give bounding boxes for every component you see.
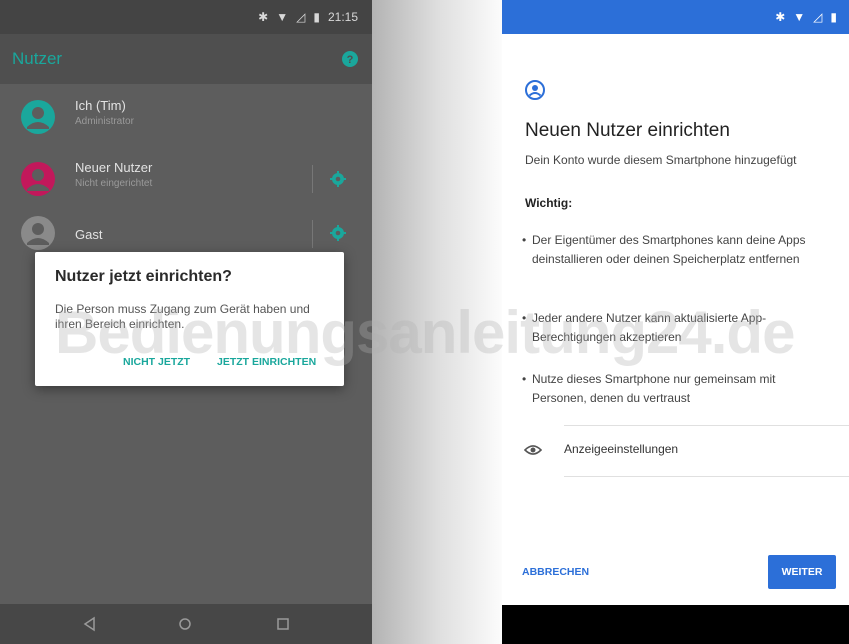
list-item: • Der Eigentümer des Smartphones kann de… [522,231,812,269]
page-title: Nutzer [12,49,63,68]
signal-icon: ◿ [296,10,306,24]
divider [312,165,313,193]
not-now-button[interactable]: NICHT JETZT [123,356,190,368]
back-icon[interactable] [80,614,100,634]
user-name: Neuer Nutzer [75,160,153,175]
cancel-button[interactable]: ABBRECHEN [522,566,589,578]
user-row-owner[interactable]: Ich (Tim) Administrator [0,86,372,148]
bullet-text: Nutze dieses Smartphone nur gemeinsam mi… [532,372,776,405]
battery-icon: ▮ [313,10,320,24]
home-icon[interactable] [175,614,195,634]
bullet-text: Der Eigentümer des Smartphones kann dein… [532,233,806,266]
divider [312,220,313,248]
page-title: Neuen Nutzer einrichten [525,120,730,141]
svg-text:?: ? [347,54,354,66]
divider [564,476,849,477]
help-icon[interactable]: ? [342,51,358,67]
right-phone-screen: ✱ ▼ ◿ ▮ Neuen Nutzer einrichten Dein Kon… [502,0,849,644]
recents-icon[interactable] [273,614,293,634]
setup-now-button[interactable]: JETZT EINRICHTEN [217,356,316,368]
account-icon [525,80,545,100]
dialog-title: Nutzer jetzt einrichten? [55,268,232,285]
important-heading: Wichtig: [525,196,573,210]
user-status: Nicht eingerichtet [75,178,153,189]
display-settings-label: Anzeigeeinstellungen [564,442,679,456]
user-avatar-icon [21,162,55,196]
gear-icon[interactable] [330,171,346,187]
navigation-bar [0,604,372,644]
status-time: 21:15 [327,10,358,24]
list-item: • Jeder andere Nutzer kann aktualisierte… [522,309,812,347]
user-avatar-icon [21,100,55,134]
eye-icon [524,445,542,455]
bullet-text: Jeder andere Nutzer kann aktualisierte A… [532,311,767,344]
dialog-message: Die Person muss Zugang zum Gerät haben u… [55,302,310,331]
user-avatar-icon [21,216,55,250]
signal-icon: ◿ [813,10,823,24]
wifi-icon: ▼ [793,10,806,24]
navigation-bar [502,605,849,644]
next-button[interactable]: WEITER [768,555,836,589]
bluetooth-icon: ✱ [258,10,269,24]
wifi-icon: ▼ [276,10,289,24]
bluetooth-icon: ✱ [775,10,786,24]
display-settings-row[interactable]: Anzeigeeinstellungen [502,426,849,476]
app-bar: Nutzer ? [0,34,372,84]
user-name: Ich (Tim) [75,98,126,113]
gradient-separator [372,0,502,644]
gear-icon[interactable] [330,225,346,241]
user-name: Gast [75,227,103,242]
battery-icon: ▮ [830,10,837,24]
status-bar: ✱ ▼ ◿ ▮ [502,0,849,34]
user-row-new-user[interactable]: Neuer Nutzer Nicht eingerichtet [0,148,372,210]
setup-dialog: Nutzer jetzt einrichten? Die Person muss… [35,252,344,386]
left-phone-screen: ✱ ▼ ◿ ▮ 21:15 Nutzer ? Ich (Tim) Adminis… [0,0,372,644]
status-bar: ✱ ▼ ◿ ▮ 21:15 [0,0,372,34]
user-role: Administrator [75,116,134,127]
list-item: • Nutze dieses Smartphone nur gemeinsam … [522,370,812,408]
page-subtitle: Dein Konto wurde diesem Smartphone hinzu… [525,153,797,167]
